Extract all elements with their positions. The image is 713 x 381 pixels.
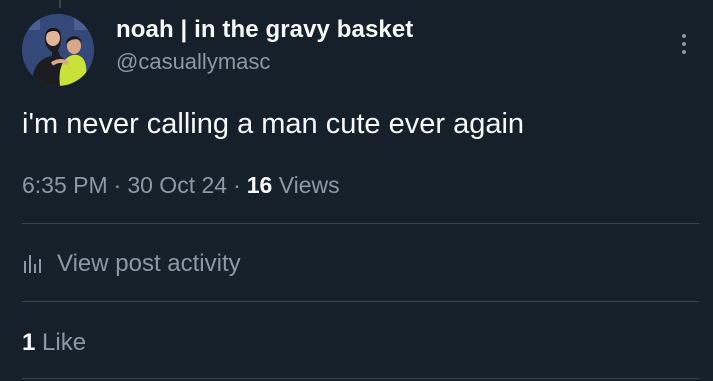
post-time[interactable]: 6:35 PM <box>22 172 108 198</box>
divider <box>22 223 699 224</box>
post-meta: 6:35 PM · 30 Oct 24 · 16 Views <box>22 168 340 202</box>
avatar-image <box>22 14 94 86</box>
likes-label: Like <box>42 329 87 356</box>
post-date[interactable]: 30 Oct 24 <box>127 172 227 198</box>
more-vertical-icon-dot <box>682 50 686 54</box>
divider <box>22 378 699 379</box>
divider <box>22 301 699 302</box>
author-info: noah | in the gravy basket @casuallymasc <box>116 14 413 76</box>
views-label: Views <box>278 172 340 198</box>
more-vertical-icon-dot <box>682 42 686 46</box>
post-text: i'm never calling a man cute ever again <box>22 108 525 140</box>
author-display-name[interactable]: noah | in the gravy basket <box>116 14 413 46</box>
views-count: 16 <box>246 172 273 198</box>
more-vertical-icon <box>682 34 686 38</box>
author-handle[interactable]: @casuallymasc <box>116 48 413 76</box>
likes-link[interactable]: 1 Like <box>22 326 86 360</box>
more-options-button[interactable] <box>672 28 696 60</box>
thread-connector-line <box>59 0 61 8</box>
avatar[interactable] <box>22 14 94 86</box>
view-post-activity-label: View post activity <box>57 250 241 277</box>
meta-separator: · <box>113 172 122 198</box>
view-post-activity-button[interactable]: View post activity <box>22 246 241 282</box>
likes-count: 1 <box>22 329 36 356</box>
bar-chart-icon <box>24 255 41 273</box>
meta-separator: · <box>233 172 241 198</box>
